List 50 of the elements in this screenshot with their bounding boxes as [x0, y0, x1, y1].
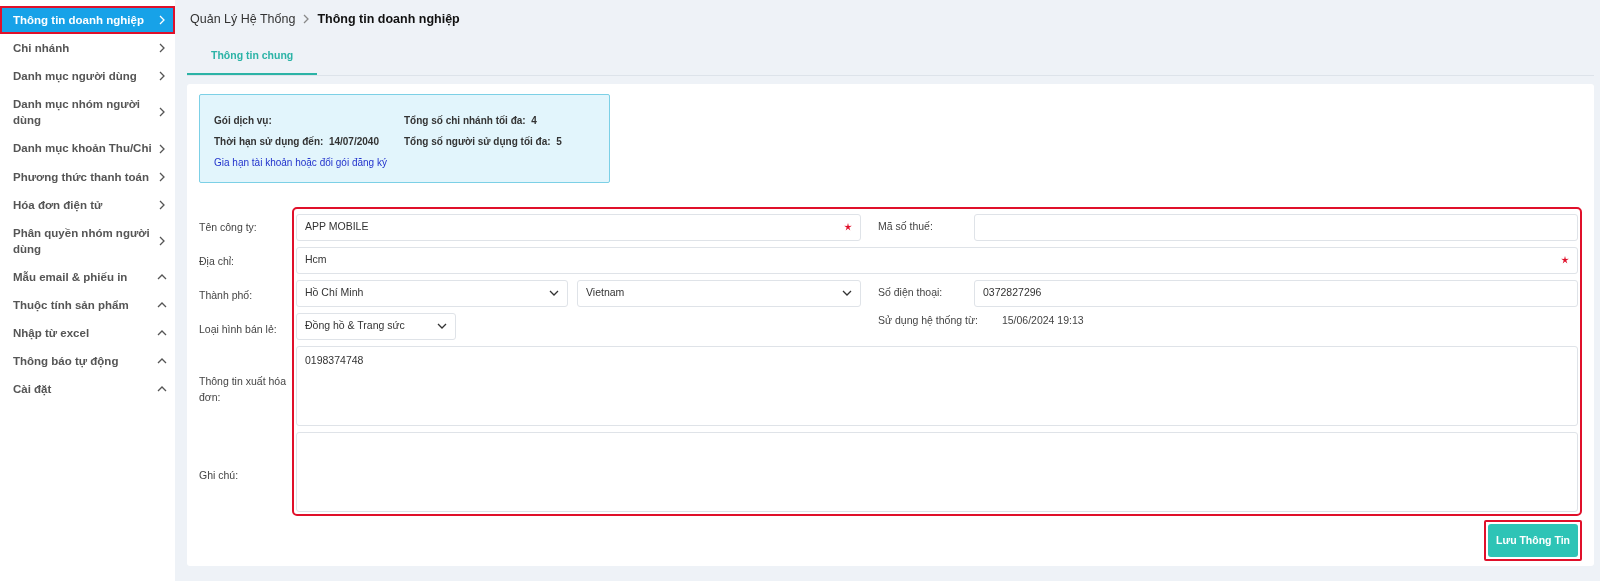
field-label: Mã số thuế:	[877, 219, 934, 235]
sidebar-item[interactable]: Phương thức thanh toán	[0, 162, 175, 191]
chevron-icon	[157, 199, 167, 210]
company-name-field[interactable]: APP MOBILE	[296, 213, 861, 241]
field-label: Ghi chú:	[199, 467, 240, 483]
sidebar-item[interactable]: Mẫu email & phiếu in	[0, 262, 175, 292]
field-label: Thành phố:	[199, 287, 254, 303]
caret-icon	[437, 321, 447, 331]
sidebar-item[interactable]: Thuộc tính sản phẩm	[0, 291, 175, 320]
field-label: Tên công ty:	[199, 219, 258, 235]
chevron-icon	[157, 107, 167, 118]
note-field[interactable]	[296, 431, 1578, 512]
sidebar-item[interactable]: Chi nhánh	[0, 34, 175, 63]
field-label: Địa chỉ:	[199, 253, 235, 269]
info-text: Tổng số người sử dụng tối đa: 5	[404, 134, 563, 149]
chevron-icon	[157, 235, 167, 246]
sidebar-item[interactable]: Danh mục nhóm người dùng	[0, 90, 175, 135]
address-field[interactable]: Hcm	[296, 246, 1578, 274]
info-text: Thời hạn sử dụng đến: 14/07/2040	[214, 134, 380, 149]
city-select[interactable]: Hồ Chí Minh	[296, 279, 568, 307]
sidebar-item[interactable]: Thông báo tự động	[0, 347, 175, 376]
chevron-icon	[157, 272, 167, 282]
tax-code-field[interactable]	[974, 213, 1578, 241]
chevron-icon	[157, 43, 167, 54]
sidebar-item[interactable]: Phân quyền nhóm người dùng	[0, 218, 175, 263]
info-text: Gói dịch vụ:	[214, 113, 273, 128]
sidebar-item[interactable]: Cài đặt	[0, 375, 175, 404]
field-label: Sử dụng hệ thống từ:	[878, 312, 978, 328]
chevron-icon	[157, 71, 167, 82]
chevron-icon	[157, 171, 167, 182]
field-label: Loại hình bán lẻ:	[199, 321, 278, 337]
caret-icon	[842, 288, 852, 298]
sidebar-item[interactable]: Danh mục người dùng	[0, 62, 175, 91]
phone-field[interactable]: 0372827296	[974, 279, 1578, 307]
country-select[interactable]: Vietnam	[577, 279, 861, 307]
sidebar-item[interactable]: Nhập từ excel	[0, 319, 175, 348]
invoice-info-field[interactable]: 0198374748	[296, 345, 1578, 426]
chevron-icon	[157, 143, 167, 154]
sidebar-item[interactable]: Danh mục khoản Thu/Chi	[0, 134, 175, 163]
renew-link[interactable]: Gia hạn tài khoản hoặc đổi gói đăng ký	[214, 154, 595, 170]
field-label: Thông tin xuất hóa đơn:	[199, 373, 287, 405]
caret-icon	[549, 288, 559, 298]
breadcrumb-current: Thông tin doanh nghiệp	[317, 11, 460, 28]
usage-date-text: 15/06/2024 19:13	[1001, 312, 1084, 328]
breadcrumb-link[interactable]: Quản Lý Hệ Thống	[190, 10, 296, 29]
retail-type-select[interactable]: Đồng hồ & Trang sức	[296, 312, 456, 340]
chevron-icon	[157, 15, 167, 26]
sidebar-item[interactable]: Hóa đơn điện tử	[0, 190, 175, 219]
field-label: Số điện thoại:	[877, 285, 944, 301]
info-text: Tổng số chi nhánh tối đa: 4	[404, 113, 538, 128]
